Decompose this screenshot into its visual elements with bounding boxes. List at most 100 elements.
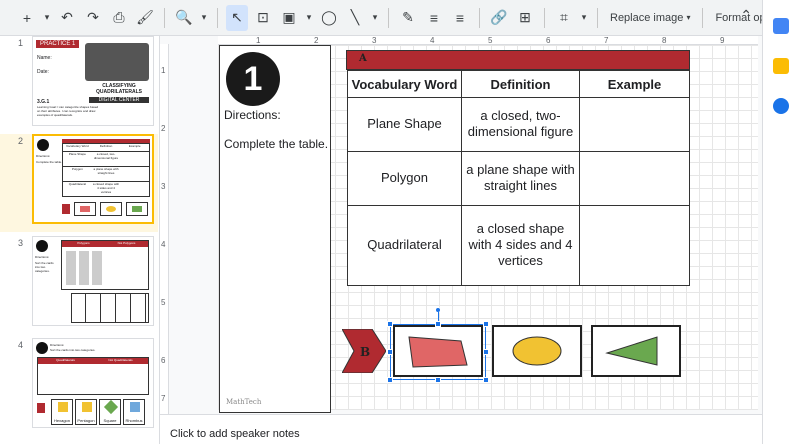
thumb-directions: Directions: bbox=[50, 343, 65, 347]
paint-format-button[interactable]: 🖌 bbox=[134, 5, 156, 31]
vocab-example[interactable] bbox=[579, 204, 690, 287]
toolbar-divider bbox=[597, 7, 598, 28]
resize-handle[interactable] bbox=[435, 321, 441, 327]
slide-number: 2 bbox=[18, 136, 24, 146]
speaker-notes[interactable]: Click to add speaker notes bbox=[160, 414, 762, 444]
resize-handle[interactable] bbox=[483, 377, 489, 383]
image-dropdown-icon[interactable]: ▾ bbox=[304, 5, 314, 31]
keep-icon[interactable] bbox=[773, 58, 789, 74]
slide-number: 4 bbox=[18, 340, 24, 350]
ruler-tick: 6 bbox=[161, 356, 166, 365]
filmstrip: 1 PRACTICE 1 Name: Date: 3.G.1 Learning … bbox=[0, 36, 160, 444]
add-comment-button[interactable]: ⊞ bbox=[514, 5, 536, 31]
horizontal-ruler[interactable]: 1 2 3 4 5 6 7 8 9 bbox=[218, 36, 758, 45]
crop-button[interactable]: ⌗ bbox=[553, 5, 575, 31]
new-slide-button[interactable]: + bbox=[16, 5, 38, 31]
resize-handle[interactable] bbox=[387, 349, 393, 355]
vocab-example[interactable] bbox=[579, 150, 690, 206]
resize-handle[interactable] bbox=[387, 321, 393, 327]
line-dropdown-icon[interactable]: ▾ bbox=[370, 5, 380, 31]
ruler-tick: 4 bbox=[430, 36, 435, 45]
mathtech-logo: MathTech bbox=[226, 398, 262, 406]
undo-button[interactable]: ↶ bbox=[56, 5, 78, 31]
toolbar-divider bbox=[217, 7, 218, 28]
resize-handle[interactable] bbox=[483, 321, 489, 327]
ruler-tick: 4 bbox=[161, 240, 166, 249]
thumb-shape-cards: Hexagon Pentagon Square Rhombus bbox=[37, 399, 149, 427]
slide-thumbnail-4[interactable]: 4 Directions: Sort the cards into two ca… bbox=[0, 338, 158, 436]
vocab-word[interactable]: Quadrilateral bbox=[347, 204, 462, 287]
slide-canvas[interactable]: 1 Directions: Complete the table. MathTe… bbox=[218, 45, 758, 413]
zoom-button[interactable]: 🔍 bbox=[173, 5, 195, 31]
ruler-tick: 2 bbox=[314, 36, 319, 45]
vocab-definition[interactable]: a plane shape with straight lines bbox=[461, 150, 580, 206]
tablet-image bbox=[85, 43, 149, 81]
vocabulary-table[interactable]: Vocabulary Word Definition Example Plane… bbox=[347, 70, 690, 287]
thumb-shape-label: Pentagon bbox=[77, 418, 95, 423]
ruler-tick: 1 bbox=[256, 36, 261, 45]
vocab-example[interactable] bbox=[579, 97, 690, 152]
collapse-toolbar-icon[interactable]: ⌃ bbox=[740, 7, 752, 24]
table-header-word: Vocabulary Word bbox=[347, 70, 462, 98]
border-weight-button[interactable]: ≡ bbox=[423, 5, 445, 31]
slide-thumbnail-2[interactable]: 2 Directions: Complete the table. Vocabu… bbox=[0, 134, 158, 232]
vocab-word[interactable]: Polygon bbox=[347, 150, 462, 206]
ruler-tick: 5 bbox=[488, 36, 493, 45]
thumb-number-circle bbox=[36, 240, 48, 252]
line-button[interactable]: ╲ bbox=[344, 5, 366, 31]
editor-canvas[interactable]: 1 2 3 4 5 6 7 8 9 1 2 3 4 5 6 7 1 Direct… bbox=[160, 36, 762, 414]
ruler-tick: 5 bbox=[161, 298, 166, 307]
thumb-shape-label: Rhombus bbox=[125, 418, 143, 423]
border-dash-button[interactable]: ≡ bbox=[449, 5, 471, 31]
redo-button[interactable]: ↷ bbox=[82, 5, 104, 31]
thumb-th: Vocabulary Word bbox=[65, 144, 89, 148]
toolbar-divider bbox=[479, 7, 480, 28]
vocab-definition[interactable]: a closed, two-dimensional figure bbox=[461, 97, 580, 152]
resize-handle[interactable] bbox=[435, 377, 441, 383]
slide-thumbnail-1[interactable]: 1 PRACTICE 1 Name: Date: 3.G.1 Learning … bbox=[0, 36, 158, 134]
slide-thumbnail-3[interactable]: 3 Directions: Sort the cards into two ca… bbox=[0, 236, 158, 334]
section-a-label: A bbox=[359, 53, 367, 64]
thumb-banner: CLASSIFYING QUADRILATERALS bbox=[95, 83, 142, 95]
table-row: Polygon a plane shape with straight line… bbox=[347, 150, 690, 206]
zoom-dropdown-icon[interactable]: ▾ bbox=[199, 5, 209, 31]
crop-dropdown-icon[interactable]: ▾ bbox=[579, 5, 589, 31]
toolbar-divider bbox=[702, 7, 704, 28]
toolbar-divider bbox=[388, 7, 389, 28]
shape-button[interactable]: ◯ bbox=[318, 5, 340, 31]
new-slide-dropdown-icon[interactable]: ▾ bbox=[42, 5, 52, 31]
table-row: Plane Shape a closed, two-dimensional fi… bbox=[347, 97, 690, 152]
text-box-button[interactable]: ⊡ bbox=[252, 5, 274, 31]
thumb-instruction: Sort the cards into two categories. bbox=[50, 348, 96, 352]
thumb-banner-2: DIGITAL CENTER bbox=[89, 97, 149, 103]
select-tool-button[interactable]: ↖ bbox=[226, 4, 248, 31]
thumb-content: PRACTICE 1 Name: Date: 3.G.1 Learning Go… bbox=[32, 36, 154, 126]
thumb-directions: Directions: bbox=[36, 154, 51, 158]
thumb-th: Not Quadrilaterals bbox=[108, 358, 133, 362]
directions-card[interactable]: 1 Directions: Complete the table. MathTe… bbox=[219, 45, 331, 413]
section-a-banner[interactable]: A bbox=[346, 50, 690, 70]
vertical-ruler[interactable]: 1 2 3 4 5 6 7 bbox=[160, 44, 169, 414]
triangle-shape bbox=[605, 336, 658, 366]
thumb-table: Vocabulary Word Definition Example Plane S… bbox=[62, 143, 150, 197]
thumb-content: Directions: Sort the cards into two cate… bbox=[32, 236, 154, 326]
thumb-td: Plane Shape bbox=[68, 152, 86, 156]
replace-image-button[interactable]: Replace image ▾ bbox=[604, 5, 696, 31]
resize-handle[interactable] bbox=[387, 377, 393, 383]
insert-link-button[interactable]: 🔗 bbox=[488, 5, 510, 31]
slide-number: 1 bbox=[18, 38, 24, 48]
section-b-banner[interactable]: B bbox=[342, 329, 386, 373]
thumb-instruction: Sort the cards into two categories. bbox=[35, 261, 54, 273]
border-color-button[interactable]: ✎ bbox=[397, 5, 419, 31]
print-button[interactable]: ⎙ bbox=[108, 5, 130, 31]
ellipse-card[interactable] bbox=[492, 325, 582, 377]
calendar-icon[interactable] bbox=[773, 18, 789, 34]
insert-image-button[interactable]: ▣ bbox=[278, 5, 300, 31]
tasks-icon[interactable] bbox=[773, 98, 789, 114]
triangle-card[interactable] bbox=[591, 325, 681, 377]
vocab-word[interactable]: Plane Shape bbox=[347, 97, 462, 152]
vocab-definition[interactable]: a closed shape with 4 sides and 4 vertic… bbox=[461, 204, 580, 287]
ruler-tick: 2 bbox=[161, 124, 166, 133]
table-row: Quadrilateral a closed shape with 4 side… bbox=[347, 204, 690, 287]
resize-handle[interactable] bbox=[483, 349, 489, 355]
